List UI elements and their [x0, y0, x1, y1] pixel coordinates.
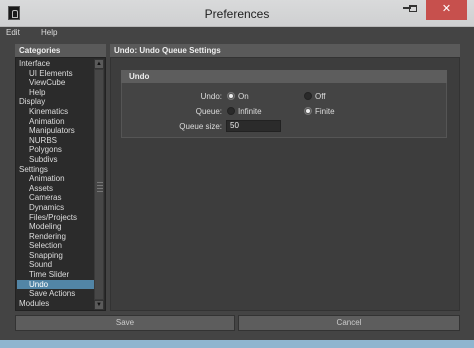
menu-help[interactable]: Help — [41, 28, 57, 37]
categories-items: Interface UI Elements ViewCube Help Display K… — [17, 59, 96, 310]
close-icon: ✕ — [441, 3, 452, 15]
maximize-icon — [409, 4, 417, 12]
cancel-button[interactable]: Cancel — [238, 315, 460, 331]
category-item[interactable]: UI Elements — [17, 69, 96, 79]
category-group[interactable]: Display — [17, 97, 96, 107]
category-item[interactable]: Subdivs — [17, 155, 96, 165]
category-group[interactable]: Interface — [17, 59, 96, 69]
category-item[interactable]: Animation — [17, 174, 96, 184]
scroll-down-button[interactable]: ▼ — [94, 300, 104, 310]
maximize-button[interactable] — [402, 0, 424, 20]
category-item[interactable]: Snapping — [17, 251, 96, 261]
category-item[interactable]: Rendering — [17, 232, 96, 242]
queue-finite-radio[interactable] — [304, 107, 312, 115]
undo-frame-header[interactable]: Undo — [121, 70, 447, 83]
category-item[interactable]: Sound — [17, 260, 96, 270]
desktop-strip — [0, 340, 474, 348]
menu-edit[interactable]: Edit — [6, 28, 20, 37]
queue-infinite-label[interactable]: Infinite — [238, 107, 262, 116]
queue-finite-label[interactable]: Finite — [315, 107, 335, 116]
category-item[interactable]: Animation — [17, 117, 96, 127]
categories-scrollbar[interactable]: ▲ ▼ — [94, 59, 104, 310]
category-item[interactable]: Undo — [17, 279, 96, 290]
undo-off-label[interactable]: Off — [315, 92, 326, 101]
category-item[interactable]: Time Slider — [17, 270, 96, 280]
category-group[interactable]: Settings — [17, 165, 96, 175]
title-bar[interactable]: Preferences ✕ — [0, 0, 474, 27]
close-button[interactable]: ✕ — [426, 0, 467, 20]
category-item[interactable]: Assets — [17, 184, 96, 194]
undo-off-radio[interactable] — [304, 92, 312, 100]
category-item[interactable]: Help — [17, 88, 96, 98]
category-item[interactable]: Kinematics — [17, 107, 96, 117]
menu-bar: Edit Help — [0, 27, 474, 41]
category-item[interactable]: Cameras — [17, 193, 96, 203]
category-item[interactable]: Files/Projects — [17, 213, 96, 223]
settings-header: Undo: Undo Queue Settings — [110, 44, 460, 57]
category-item[interactable]: Modeling — [17, 222, 96, 232]
queue-infinite-radio[interactable] — [227, 107, 235, 115]
category-item[interactable]: Dynamics — [17, 203, 96, 213]
queue-size-label: Queue size: — [179, 122, 222, 131]
category-item[interactable]: Save Actions — [17, 289, 96, 299]
save-button[interactable]: Save — [15, 315, 235, 331]
undo-on-radio[interactable] — [227, 92, 235, 100]
category-item[interactable]: Manipulators — [17, 126, 96, 136]
undo-label: Undo: — [200, 92, 222, 101]
undo-on-label[interactable]: On — [238, 92, 249, 101]
scroll-up-button[interactable]: ▲ — [94, 59, 104, 69]
queue-label: Queue: — [195, 107, 222, 116]
category-item[interactable]: NURBS — [17, 136, 96, 146]
queue-size-field[interactable]: 50 — [226, 120, 281, 132]
category-item[interactable]: ViewCube — [17, 78, 96, 88]
categories-header: Categories — [15, 44, 106, 57]
scroll-thumb[interactable] — [95, 70, 103, 299]
category-item[interactable]: Selection — [17, 241, 96, 251]
category-item[interactable]: Polygons — [17, 145, 96, 155]
category-group[interactable]: Modules — [17, 299, 96, 309]
categories-list[interactable]: Interface UI Elements ViewCube Help Display K… — [15, 57, 106, 311]
grip-icon — [97, 182, 103, 192]
